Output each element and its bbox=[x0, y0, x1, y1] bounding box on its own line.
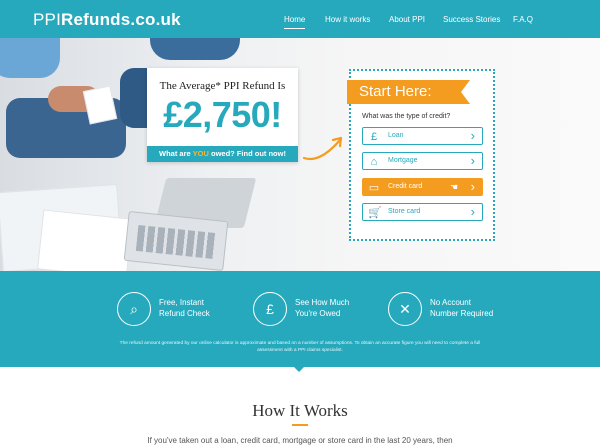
calculator bbox=[123, 210, 229, 271]
cta-prefix: What are bbox=[159, 149, 193, 158]
section-notch bbox=[293, 366, 305, 372]
disclaimer-text: The refund amount generated by our onlin… bbox=[119, 341, 481, 353]
nav-how-it-works[interactable]: How it works bbox=[325, 15, 370, 24]
credit-type-question: What was the type of credit? bbox=[362, 113, 451, 120]
cta-suffix: owed? Find out now! bbox=[208, 149, 286, 158]
option-store-card-label: Store card bbox=[388, 208, 421, 215]
credit-card-icon: ▭ bbox=[368, 182, 380, 194]
pound-icon: £ bbox=[370, 131, 378, 143]
chevron-right-icon: › bbox=[470, 153, 475, 168]
chevron-right-icon: › bbox=[470, 128, 475, 143]
cta-emph: YOU bbox=[192, 149, 209, 158]
pound-coin-icon: £ bbox=[253, 292, 287, 326]
feature-free-check: Free, Instant Refund Check bbox=[159, 298, 210, 318]
receipt bbox=[82, 85, 118, 125]
option-store-card[interactable]: 🛒 Store card › bbox=[362, 203, 483, 221]
ribbon-tip bbox=[461, 80, 470, 104]
feature-how-much: See How Much You're Owed bbox=[295, 298, 350, 318]
option-loan-label: Loan bbox=[388, 132, 404, 139]
refund-card: The Average* PPI Refund Is £2,750! What … bbox=[147, 68, 298, 162]
cart-icon: 🛒 bbox=[368, 207, 382, 219]
refund-amount: £2,750! bbox=[163, 94, 282, 135]
person-shirt-2 bbox=[150, 38, 240, 60]
house-icon: ⌂ bbox=[370, 156, 378, 168]
title-underline bbox=[292, 424, 308, 426]
curved-arrow-icon bbox=[302, 136, 343, 161]
top-bar: PPIRefunds.co.uk Home How it works About… bbox=[0, 0, 600, 38]
chevron-right-icon: › bbox=[470, 179, 475, 194]
documents-2 bbox=[37, 209, 133, 271]
feature-no-account: No Account Number Required bbox=[430, 298, 494, 318]
site-logo[interactable]: PPIRefunds.co.uk bbox=[33, 10, 181, 30]
option-loan[interactable]: £ Loan › bbox=[362, 127, 483, 145]
refund-cta[interactable]: What are YOU owed? Find out now! bbox=[147, 146, 298, 162]
cursor-hand-icon: ☚ bbox=[450, 182, 459, 192]
hero-banner: The Average* PPI Refund Is £2,750! What … bbox=[0, 38, 600, 271]
how-intro-text: If you've taken out a loan, credit card,… bbox=[147, 436, 453, 445]
option-mortgage[interactable]: ⌂ Mortgage › bbox=[362, 152, 483, 170]
option-credit-card[interactable]: ▭ Credit card ☚ › bbox=[362, 178, 483, 196]
logo-prefix: PPI bbox=[33, 10, 62, 29]
nav-home[interactable]: Home bbox=[284, 15, 306, 29]
chevron-right-icon: › bbox=[470, 204, 475, 219]
person-shirt bbox=[0, 38, 60, 78]
option-credit-card-label: Credit card bbox=[388, 183, 423, 190]
user-x-icon: ✕ bbox=[388, 292, 422, 326]
start-here-panel: Start Here: What was the type of credit?… bbox=[347, 69, 495, 241]
start-here-ribbon: Start Here: bbox=[347, 80, 461, 104]
magnifier-icon: ⌕ bbox=[117, 292, 151, 326]
how-it-works-title: How It Works bbox=[252, 401, 348, 420]
option-mortgage-label: Mortgage bbox=[388, 157, 418, 164]
nav-faq[interactable]: F.A.Q bbox=[513, 15, 533, 24]
nav-success-stories[interactable]: Success Stories bbox=[443, 15, 500, 24]
refund-title: The Average* PPI Refund Is bbox=[159, 80, 286, 92]
nav-about-ppi[interactable]: About PPI bbox=[389, 15, 425, 24]
logo-suffix: Refunds.co.uk bbox=[61, 10, 181, 29]
